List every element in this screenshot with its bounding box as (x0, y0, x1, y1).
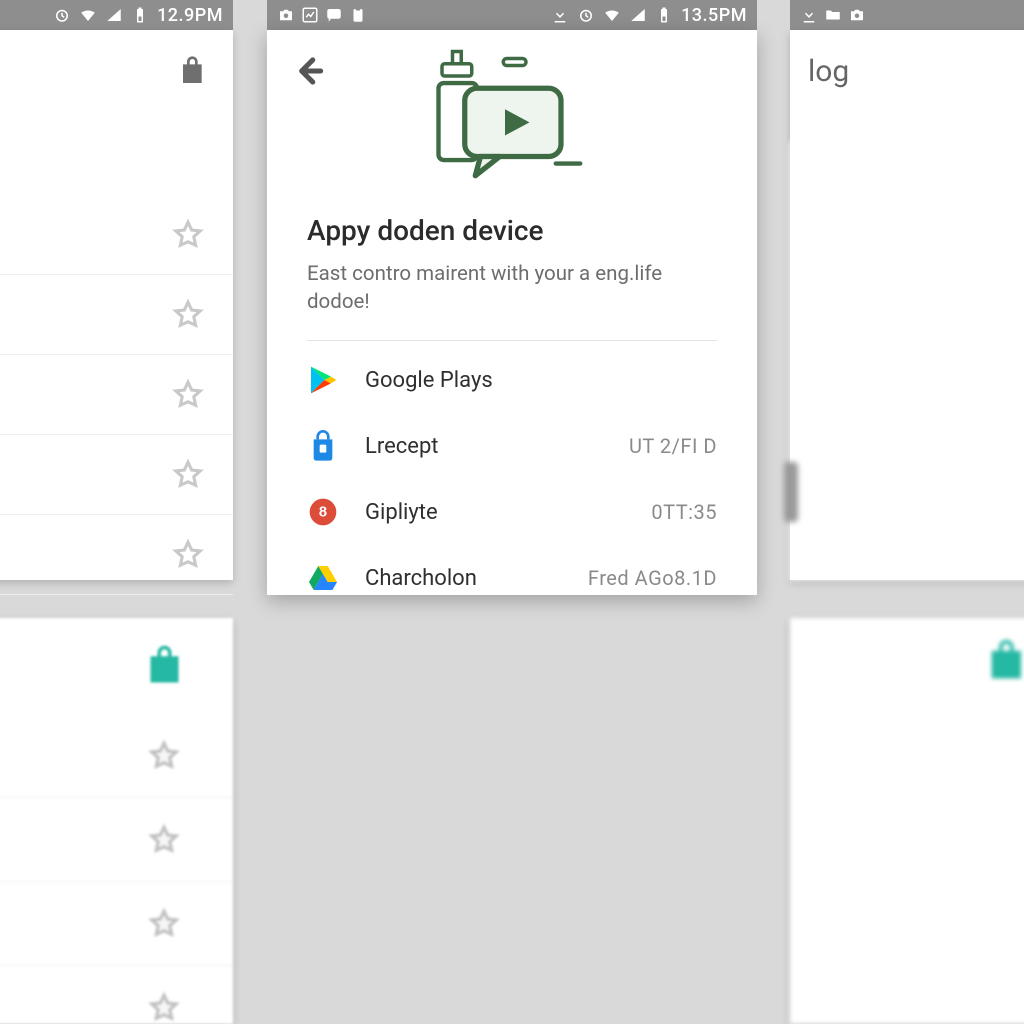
battery-icon (131, 6, 149, 24)
svg-text:8: 8 (319, 505, 327, 521)
list-item[interactable] (0, 966, 233, 1024)
list-item[interactable] (0, 435, 233, 515)
clock-text: 12.9PM (157, 5, 223, 26)
app-row-gipliyte[interactable]: 8 Gipliyte 0TT:35 (307, 479, 717, 545)
dialog-title: Appy doden device (307, 214, 717, 247)
right-body-blur (790, 142, 1024, 580)
download-icon (800, 6, 818, 24)
app-name: Google Plays (365, 368, 493, 393)
wifi-icon (603, 6, 621, 24)
list-item[interactable] (0, 355, 233, 435)
app-meta: Fred AGo8.1D (588, 566, 717, 590)
smudge (784, 462, 798, 522)
app-row-lrecept[interactable]: Lrecept UT 2/FI D (307, 413, 717, 479)
bag-icon (147, 644, 189, 686)
hero-illustration (422, 48, 602, 188)
onboarding-dialog: Appy doden device East contro mairent wi… (267, 30, 757, 595)
clock-text: 13.5PM (681, 5, 747, 26)
list-item[interactable] (0, 195, 233, 275)
app-name: Gipliyte (365, 500, 438, 525)
star-icon (171, 218, 205, 252)
card-bottom-left (0, 618, 233, 1024)
bag-icon (988, 638, 1024, 682)
google-plus-icon: 8 (307, 496, 339, 528)
phone-center: 13.5PM (267, 0, 757, 595)
app-name: Charcholon (365, 566, 477, 591)
phone-right: 13.5AM log (790, 0, 1024, 580)
phone-left: 12.9PM Apps is devices (0, 0, 233, 580)
list-item[interactable] (0, 714, 233, 798)
star-icon (147, 907, 181, 941)
signal-icon (629, 6, 647, 24)
page-title: log (808, 54, 849, 89)
back-button[interactable] (289, 52, 327, 90)
app-bar: log (790, 30, 1024, 112)
alarm-icon (53, 6, 71, 24)
app-row-charcholon[interactable]: Charcholon Fred AGo8.1D (307, 545, 717, 611)
card-top-right: log (790, 30, 1024, 580)
list-item[interactable] (0, 275, 233, 355)
download-icon (551, 6, 569, 24)
star-icon (147, 739, 181, 773)
play-store-icon (307, 364, 339, 396)
app-name: Lrecept (365, 434, 439, 459)
folder-icon (824, 6, 842, 24)
list-item[interactable] (0, 882, 233, 966)
chat-icon (325, 6, 343, 24)
drive-icon (307, 562, 339, 594)
dialog-top (267, 30, 757, 170)
app-bar (0, 30, 233, 112)
app-meta: UT 2/FI D (629, 434, 717, 458)
list-item[interactable] (0, 515, 233, 595)
star-icon (171, 298, 205, 332)
battery-icon (655, 6, 673, 24)
apps-list (0, 195, 233, 595)
chart-icon (301, 6, 319, 24)
arrow-left-icon (289, 52, 327, 90)
card-top-left: Apps is devices (0, 30, 233, 580)
clipboard-icon (349, 6, 367, 24)
star-icon (147, 991, 181, 1024)
app-meta: 0TT:35 (651, 500, 717, 524)
status-bar: 13.5PM (267, 0, 757, 30)
dialog-subtitle: East contro mairent with your a eng.life… (307, 261, 717, 316)
star-icon (147, 823, 181, 857)
camera-icon (277, 6, 295, 24)
apps-list: Google Plays Lrecept UT 2/FI D (267, 341, 757, 611)
star-icon (171, 458, 205, 492)
status-bar: 13.5AM (790, 0, 1024, 30)
list-item[interactable] (0, 798, 233, 882)
card-bottom-right (790, 618, 1024, 1024)
camera-icon (848, 6, 866, 24)
shopping-icon (307, 430, 339, 462)
wifi-icon (79, 6, 97, 24)
alarm-icon (577, 6, 595, 24)
tab-apps-devices[interactable]: Apps is devices (0, 112, 233, 175)
status-bar: 12.9PM (0, 0, 233, 30)
app-row-google-play[interactable]: Google Plays (307, 347, 717, 413)
bag-icon (179, 55, 211, 87)
dialog-heading: Appy doden device East contro mairent wi… (267, 170, 757, 316)
star-icon (171, 538, 205, 572)
star-icon (171, 378, 205, 412)
signal-icon (105, 6, 123, 24)
